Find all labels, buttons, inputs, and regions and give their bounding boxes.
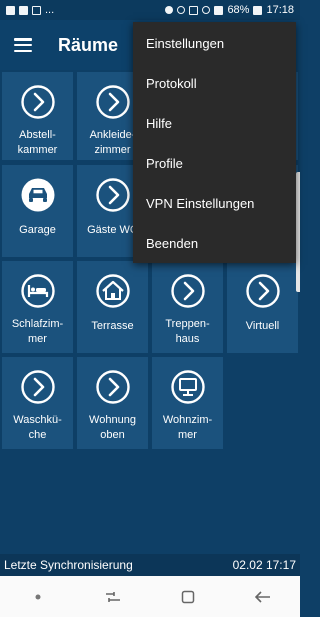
room-tile[interactable]: Waschkü- che xyxy=(2,357,73,449)
bluetooth-icon xyxy=(177,6,186,14)
room-tile[interactable]: Terrasse xyxy=(77,261,148,353)
vibrate-icon xyxy=(189,5,199,15)
menu-item[interactable]: Profile xyxy=(133,150,296,190)
image-icon xyxy=(19,5,28,15)
chevron-right-circle-icon xyxy=(20,369,56,405)
monitor-icon xyxy=(170,369,206,405)
room-label: Virtuell xyxy=(245,320,280,332)
battery-percent: 68% xyxy=(227,4,250,16)
nav-dot-button[interactable] xyxy=(23,582,53,612)
menu-item[interactable]: Einstellungen xyxy=(133,30,296,70)
recent-apps-icon xyxy=(105,591,120,602)
menu-item[interactable]: Hilfe xyxy=(133,110,296,150)
signal-icon xyxy=(214,5,224,15)
home-icon xyxy=(181,590,194,603)
room-label: Waschkü- che xyxy=(13,414,62,441)
room-label: Wohnung oben xyxy=(89,414,136,441)
menu-item[interactable]: VPN Einstellungen xyxy=(133,190,296,230)
recent-apps-button[interactable] xyxy=(98,582,128,612)
status-right: 68% 17:18 xyxy=(165,4,294,16)
menu-item[interactable]: Protokoll xyxy=(133,70,296,110)
status-bar: ... 68% 17:18 xyxy=(0,0,300,20)
room-tile[interactable]: Wohnung oben xyxy=(77,357,148,449)
room-tile[interactable]: Schlafzim- mer xyxy=(2,261,73,353)
chevron-right-circle-icon xyxy=(95,369,131,405)
status-time: 17:18 xyxy=(266,4,294,16)
location-icon xyxy=(165,6,174,14)
chevron-right-circle-icon xyxy=(20,84,56,120)
sync-time: 02.02 17:17 xyxy=(232,558,296,572)
dot-icon xyxy=(35,594,40,599)
bed-icon xyxy=(20,273,56,309)
room-label: Schlafzim- mer xyxy=(11,318,64,345)
room-tile[interactable]: Wohnzim- mer xyxy=(152,357,223,449)
room-tile[interactable]: Abstell- kammer xyxy=(2,72,73,160)
status-more: ... xyxy=(45,4,55,16)
menu-item[interactable]: Beenden xyxy=(133,230,296,270)
battery-icon xyxy=(253,5,263,15)
room-label: Abstell- kammer xyxy=(17,129,58,156)
sync-label: Letzte Synchronisierung xyxy=(4,558,133,572)
sync-footer: Letzte Synchronisierung 02.02 17:17 xyxy=(0,554,300,576)
house-icon xyxy=(95,273,131,309)
room-tile[interactable]: Virtuell xyxy=(227,261,298,353)
edge-panel-handle[interactable] xyxy=(296,172,300,292)
room-label: Wohnzim- mer xyxy=(162,414,213,441)
room-tile[interactable]: Garage xyxy=(2,165,73,257)
chevron-right-circle-icon xyxy=(245,273,281,309)
room-label: Garage xyxy=(19,224,56,236)
navigation-bar xyxy=(0,576,300,617)
notification-icon xyxy=(6,5,15,15)
back-arrow-icon xyxy=(254,590,270,603)
hamburger-menu-icon[interactable] xyxy=(14,38,32,52)
chevron-right-circle-icon xyxy=(170,273,206,309)
chevron-right-circle-icon xyxy=(95,177,131,213)
wifi-icon xyxy=(202,6,211,14)
room-label: Treppen- haus xyxy=(165,318,210,345)
room-tile[interactable]: Treppen- haus xyxy=(152,261,223,353)
page-title: Räume xyxy=(58,34,119,55)
status-left: ... xyxy=(6,4,54,16)
room-label: Terrasse xyxy=(91,320,134,332)
overflow-menu: Einstellungen Protokoll Hilfe Profile VPN Ei… xyxy=(133,22,296,263)
mail-icon xyxy=(32,5,41,15)
chevron-right-circle-icon xyxy=(95,84,131,120)
car-icon xyxy=(20,177,56,213)
back-button[interactable] xyxy=(248,582,278,612)
home-button[interactable] xyxy=(173,582,203,612)
